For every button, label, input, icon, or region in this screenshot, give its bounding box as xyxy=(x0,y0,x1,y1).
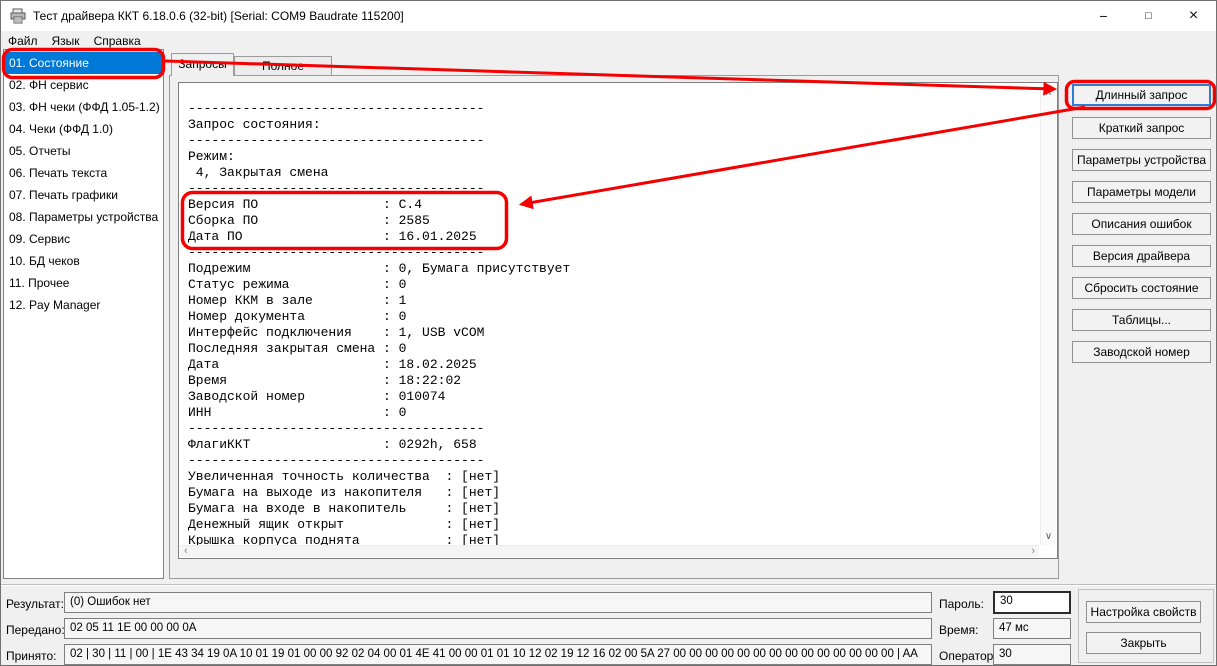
scroll-up-icon[interactable]: ∧ xyxy=(1041,87,1056,98)
sidebar-item-receipt-db[interactable]: 10. БД чеков xyxy=(4,250,163,272)
minimize-button[interactable]: − xyxy=(1081,1,1126,31)
result-label: Результат: xyxy=(6,597,64,611)
received-field: 02 | 30 | 11 | 00 | 1E 43 34 19 0A 10 01… xyxy=(64,644,932,665)
close-button[interactable]: × xyxy=(1171,1,1216,31)
serial-number-button[interactable]: Заводской номер xyxy=(1072,341,1211,363)
maximize-icon: □ xyxy=(1145,10,1152,22)
tables-button[interactable]: Таблицы... xyxy=(1072,309,1211,331)
sidebar-item-misc[interactable]: 11. Прочее xyxy=(4,272,163,294)
device-parameters-button[interactable]: Параметры устройства xyxy=(1072,149,1211,171)
sidebar-item-status[interactable]: 01. Состояние xyxy=(4,52,163,74)
operator-field[interactable]: 30 xyxy=(993,644,1071,665)
sidebar-item-fn-receipts[interactable]: 03. ФН чеки (ФФД 1.05-1.2) xyxy=(4,96,163,118)
maximize-button[interactable]: □ xyxy=(1126,1,1171,31)
time-field: 47 мс xyxy=(993,618,1071,639)
scroll-right-icon[interactable]: › xyxy=(1031,545,1035,557)
scroll-down-icon[interactable]: ∨ xyxy=(1041,531,1056,542)
horizontal-scrollbar[interactable]: ‹ › xyxy=(180,545,1039,557)
operator-label: Оператор: xyxy=(939,649,997,663)
section-list: 01. Состояние 02. ФН сервис 03. ФН чеки … xyxy=(3,49,164,579)
tab-full-state[interactable]: Полное состояние xyxy=(234,56,332,76)
menu-file[interactable]: Файл xyxy=(1,32,45,50)
close-icon: × xyxy=(1189,7,1198,25)
bottom-divider xyxy=(1,584,1216,586)
password-label: Пароль: xyxy=(939,597,984,611)
tab-requests[interactable]: Запросы xyxy=(171,53,234,76)
received-label: Принято: xyxy=(6,649,57,663)
result-field: (0) Ошибок нет xyxy=(64,592,932,613)
window-title: Тест драйвера ККТ 6.18.0.6 (32-bit) [Ser… xyxy=(33,9,404,23)
title-bar: Тест драйвера ККТ 6.18.0.6 (32-bit) [Ser… xyxy=(1,1,1216,31)
sidebar-item-reports[interactable]: 05. Отчеты xyxy=(4,140,163,162)
password-input[interactable]: 30 xyxy=(993,591,1071,614)
error-descriptions-button[interactable]: Описания ошибок xyxy=(1072,213,1211,235)
close-app-button[interactable]: Закрыть xyxy=(1086,632,1201,654)
sidebar-item-print-text[interactable]: 06. Печать текста xyxy=(4,162,163,184)
sent-label: Передано: xyxy=(6,623,65,637)
sidebar-item-fn-service[interactable]: 02. ФН сервис xyxy=(4,74,163,96)
sidebar-item-receipts[interactable]: 04. Чеки (ФФД 1.0) xyxy=(4,118,163,140)
minimize-icon: − xyxy=(1099,8,1107,24)
terminal-output[interactable]: -------------------------------------- З… xyxy=(188,101,570,549)
sidebar-item-pay-manager[interactable]: 12. Pay Manager xyxy=(4,294,163,316)
printer-icon xyxy=(10,8,26,24)
property-settings-button[interactable]: Настройка свойств xyxy=(1086,601,1201,623)
app-window: Тест драйвера ККТ 6.18.0.6 (32-bit) [Ser… xyxy=(0,0,1217,666)
menu-bar: Файл Язык Справка xyxy=(1,31,1216,50)
short-request-button[interactable]: Краткий запрос xyxy=(1072,117,1211,139)
sidebar-item-device-params[interactable]: 08. Параметры устройства xyxy=(4,206,163,228)
model-parameters-button[interactable]: Параметры модели xyxy=(1072,181,1211,203)
vertical-scrollbar[interactable]: ∧ ∨ xyxy=(1040,84,1056,545)
menu-help[interactable]: Справка xyxy=(87,32,148,50)
tab-page-requests: -------------------------------------- З… xyxy=(169,75,1059,579)
time-label: Время: xyxy=(939,623,978,637)
status-output-box: -------------------------------------- З… xyxy=(178,82,1058,559)
window-controls: − □ × xyxy=(1081,1,1216,31)
reset-state-button[interactable]: Сбросить состояние xyxy=(1072,277,1211,299)
sidebar-item-service[interactable]: 09. Сервис xyxy=(4,228,163,250)
menu-language[interactable]: Язык xyxy=(45,32,87,50)
sidebar-item-print-graphics[interactable]: 07. Печать графики xyxy=(4,184,163,206)
driver-version-button[interactable]: Версия драйвера xyxy=(1072,245,1211,267)
scroll-left-icon[interactable]: ‹ xyxy=(184,545,188,557)
sent-field: 02 05 11 1E 00 00 00 0A xyxy=(64,618,932,639)
long-request-button[interactable]: Длинный запрос xyxy=(1072,84,1211,106)
